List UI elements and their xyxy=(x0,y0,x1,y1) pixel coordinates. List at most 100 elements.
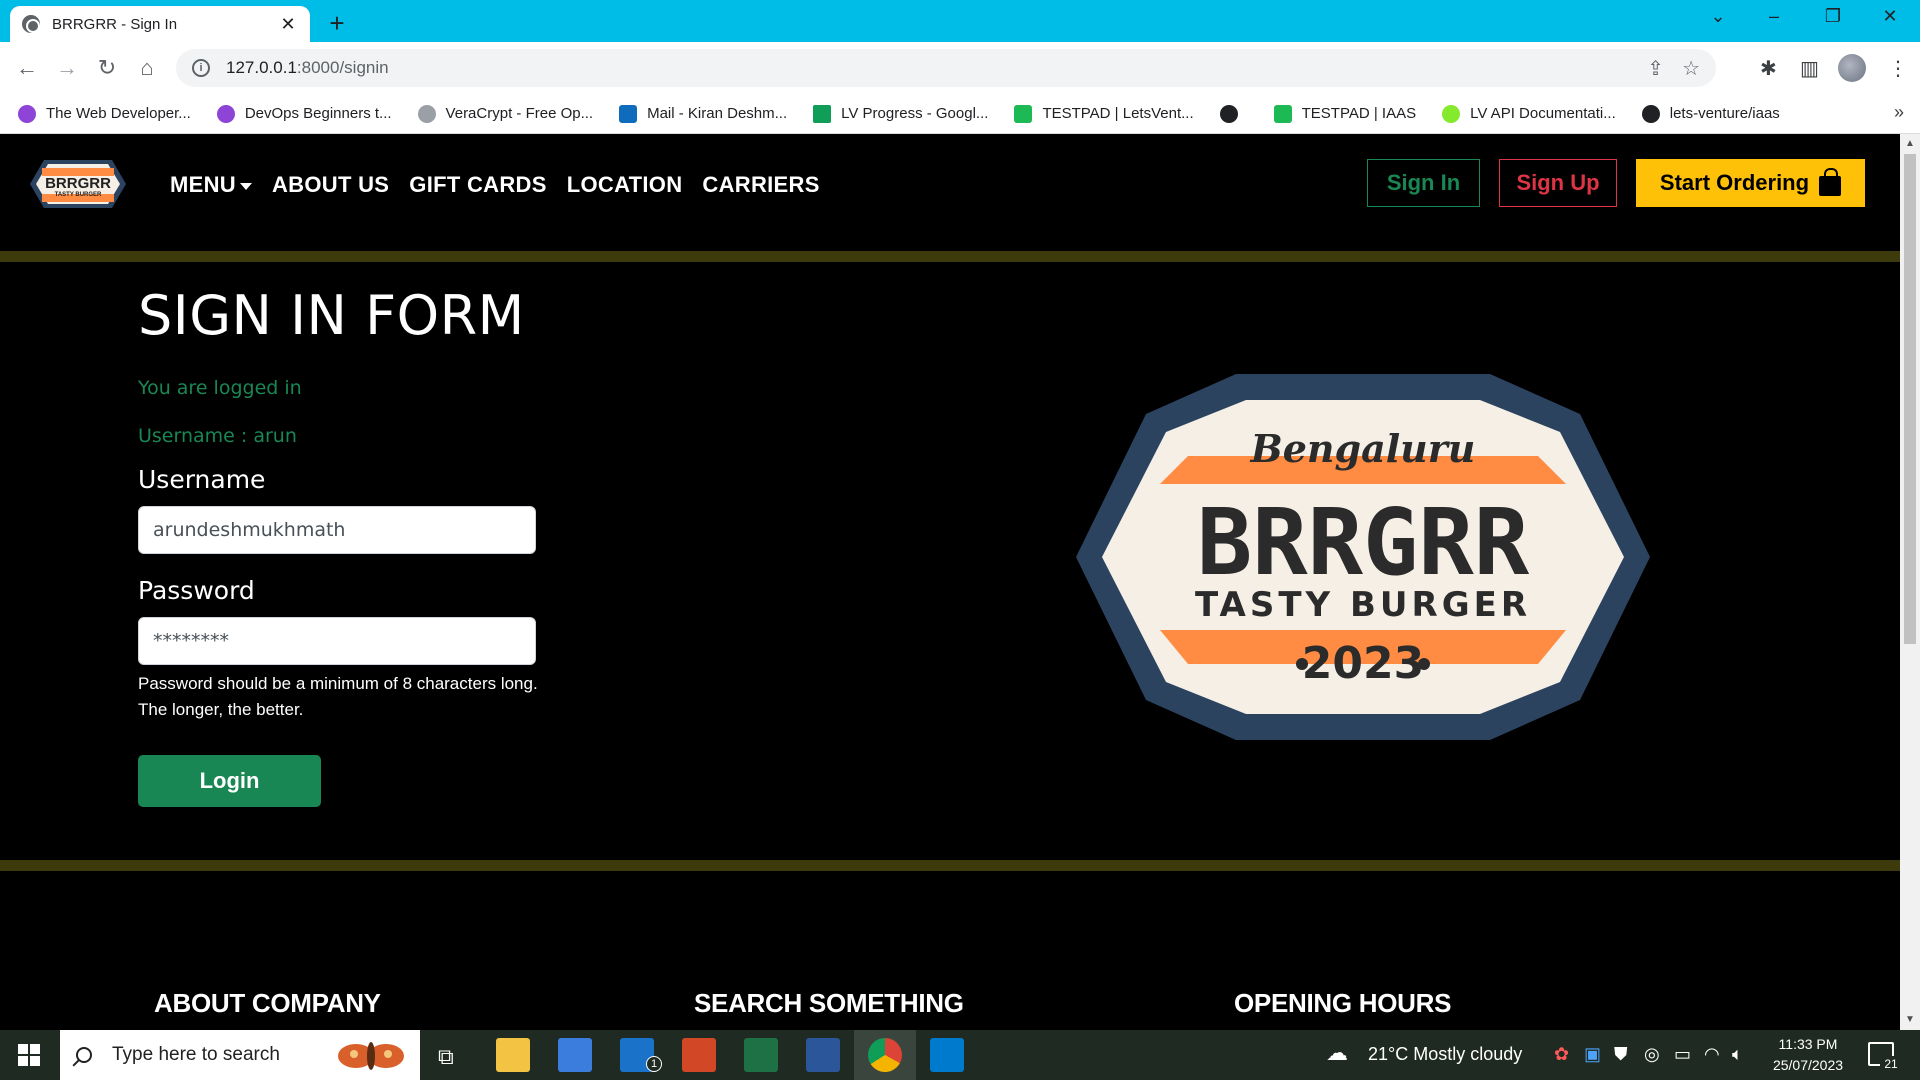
url-text[interactable]: 127.0.0.1:8000/signin xyxy=(226,58,1629,78)
bookmark-item[interactable] xyxy=(1219,104,1248,123)
bookmarks-overflow-icon[interactable]: » xyxy=(1894,102,1904,123)
wifi-icon[interactable]: ◠ xyxy=(1704,1044,1720,1065)
username-status: Username : arun xyxy=(138,425,297,447)
bookmark-item[interactable]: lets-venture/iaas xyxy=(1641,104,1780,123)
nav-about-us[interactable]: ABOUT US xyxy=(272,172,389,198)
browser-tab-active[interactable]: BRRGRR - Sign In ✕ xyxy=(10,6,310,42)
tray-network-app-icon[interactable]: ▣ xyxy=(1584,1044,1601,1065)
forward-icon[interactable]: → xyxy=(52,54,82,82)
brrgrr-logo-large: Bengaluru BRRGRR TASTY BURGER 2023 xyxy=(1076,374,1650,740)
file-explorer-icon[interactable] xyxy=(496,1038,530,1072)
sign-up-button[interactable]: Sign Up xyxy=(1499,159,1617,207)
profile-avatar[interactable] xyxy=(1838,54,1866,82)
password-label: Password xyxy=(138,576,255,605)
chrome-icon[interactable] xyxy=(868,1038,902,1072)
tab-title: BRRGRR - Sign In xyxy=(52,15,178,33)
windows-start-icon[interactable] xyxy=(18,1044,40,1066)
back-icon[interactable]: ← xyxy=(12,54,42,82)
login-status: You are logged in xyxy=(138,377,302,399)
testpad-icon xyxy=(1014,104,1033,123)
task-view-icon[interactable]: ⧉ xyxy=(438,1044,454,1070)
close-tab-icon[interactable]: ✕ xyxy=(278,14,298,35)
restore-button[interactable]: ❐ xyxy=(1813,6,1853,27)
taskbar-search-placeholder: Type here to search xyxy=(112,1044,280,1065)
excel-icon[interactable] xyxy=(744,1038,778,1072)
shopping-bag-icon xyxy=(1819,168,1842,196)
footer-hours-heading: OPENING HOURS xyxy=(1234,988,1452,1018)
site-info-icon[interactable]: i xyxy=(192,59,210,77)
bookmark-item[interactable]: LV Progress - Googl... xyxy=(813,104,988,123)
site-navbar: BRRGRR TASTY BURGER MENU ABOUT US GIFT C… xyxy=(0,134,1900,250)
password-help-text: Password should be a minimum of 8 charac… xyxy=(138,674,538,719)
bookmark-item[interactable]: VeraCrypt - Free Op... xyxy=(417,104,593,123)
caret-down-icon xyxy=(239,182,252,190)
bookmarks-bar: The Web Developer... DevOps Beginners t.… xyxy=(0,94,1920,134)
powerpoint-icon[interactable] xyxy=(682,1038,716,1072)
globe-icon xyxy=(22,15,40,33)
web-page: BRRGRR TASTY BURGER MENU ABOUT US GIFT C… xyxy=(0,134,1900,1030)
weather-text[interactable]: 21°C Mostly cloudy xyxy=(1368,1044,1522,1065)
scroll-up-icon[interactable]: ▲ xyxy=(1900,138,1920,149)
taskbar-clock[interactable]: 11:33 PM 25/07/2023 xyxy=(1760,1034,1856,1076)
password-input[interactable] xyxy=(138,617,536,665)
volume-icon[interactable]: 🔈︎ xyxy=(1732,1044,1743,1065)
username-input[interactable] xyxy=(138,506,536,554)
nav-carriers[interactable]: CARRIERS xyxy=(702,172,819,198)
bookmark-favicon-icon xyxy=(417,104,436,123)
extensions-icon[interactable]: ✱ xyxy=(1760,56,1777,81)
address-bar[interactable]: i 127.0.0.1:8000/signin ⇪ ☆ xyxy=(176,49,1716,87)
login-button[interactable]: Login xyxy=(138,755,321,807)
share-icon[interactable]: ⇪ xyxy=(1647,56,1664,81)
reload-icon[interactable]: ↻ xyxy=(92,54,122,82)
bookmark-favicon-icon xyxy=(216,104,235,123)
chrome-menu-icon[interactable]: ⋮ xyxy=(1888,56,1908,81)
close-window-button[interactable]: ✕ xyxy=(1870,6,1910,27)
microsoft-store-icon[interactable] xyxy=(558,1038,592,1072)
nav-menu[interactable]: MENU xyxy=(170,172,252,198)
nav-gift-cards[interactable]: GIFT CARDS xyxy=(409,172,546,198)
swagger-icon xyxy=(1442,104,1461,123)
search-highlight-moth-icon xyxy=(338,1042,404,1070)
svg-text:TASTY BURGER: TASTY BURGER xyxy=(55,192,102,198)
form-title: SIGN IN FORM xyxy=(138,284,525,347)
svg-text:TASTY BURGER: TASTY BURGER xyxy=(1195,585,1531,625)
svg-text:Bengaluru: Bengaluru xyxy=(1250,426,1476,471)
footer-search-heading: SEARCH SOMETHING xyxy=(694,988,964,1018)
browser-tab-bar: BRRGRR - Sign In ✕ + ⌄ – ❐ ✕ xyxy=(0,0,1920,42)
bookmark-item[interactable]: TESTPAD | IAAS xyxy=(1273,104,1416,123)
scroll-down-icon[interactable]: ▼ xyxy=(1900,1014,1920,1025)
bookmark-item[interactable]: Mail - Kiran Deshm... xyxy=(619,104,787,123)
defender-shield-icon[interactable]: ⛊ xyxy=(1614,1044,1628,1065)
vscode-icon[interactable] xyxy=(930,1038,964,1072)
bookmark-item[interactable]: The Web Developer... xyxy=(18,104,191,123)
nav-location[interactable]: LOCATION xyxy=(567,172,683,198)
page-scrollbar[interactable]: ▲ ▼ xyxy=(1900,134,1920,1030)
scroll-thumb[interactable] xyxy=(1904,154,1916,644)
mail-badge: 1 xyxy=(646,1056,662,1072)
bookmark-star-icon[interactable]: ☆ xyxy=(1682,56,1700,81)
bookmark-item[interactable]: LV API Documentati... xyxy=(1442,104,1616,123)
bookmark-favicon-icon xyxy=(18,104,36,123)
sign-in-form: SIGN IN FORM You are logged in Username … xyxy=(138,284,558,807)
start-ordering-button[interactable]: Start Ordering xyxy=(1636,159,1865,207)
camera-icon[interactable]: ◎ xyxy=(1644,1044,1660,1065)
minimize-button[interactable]: – xyxy=(1754,6,1794,27)
footer-about-heading: ABOUT COMPANY xyxy=(154,988,381,1018)
outlook-icon xyxy=(619,104,638,123)
bottom-divider xyxy=(0,860,1900,871)
home-icon[interactable]: ⌂ xyxy=(132,54,162,82)
new-tab-button[interactable]: + xyxy=(322,8,352,39)
clock-date: 25/07/2023 xyxy=(1772,1057,1844,1073)
browser-toolbar: ← → ↻ ⌂ i 127.0.0.1:8000/signin ⇪ ☆ ✱ ▥ … xyxy=(0,42,1920,94)
tab-search-chevron-icon[interactable]: ⌄ xyxy=(1698,6,1738,27)
brrgrr-logo-small[interactable]: BRRGRR TASTY BURGER xyxy=(20,154,136,214)
side-panel-icon[interactable]: ▥ xyxy=(1800,56,1819,81)
bookmark-item[interactable]: TESTPAD | LetsVent... xyxy=(1014,104,1194,123)
battery-icon[interactable]: ▭ xyxy=(1674,1044,1691,1065)
search-icon xyxy=(76,1047,92,1063)
weather-cloud-icon[interactable]: ☁ xyxy=(1326,1040,1348,1066)
bookmark-item[interactable]: DevOps Beginners t... xyxy=(216,104,392,123)
sign-in-button[interactable]: Sign In xyxy=(1367,159,1480,207)
word-icon[interactable] xyxy=(806,1038,840,1072)
tray-app-icon[interactable]: ✿ xyxy=(1554,1044,1569,1065)
